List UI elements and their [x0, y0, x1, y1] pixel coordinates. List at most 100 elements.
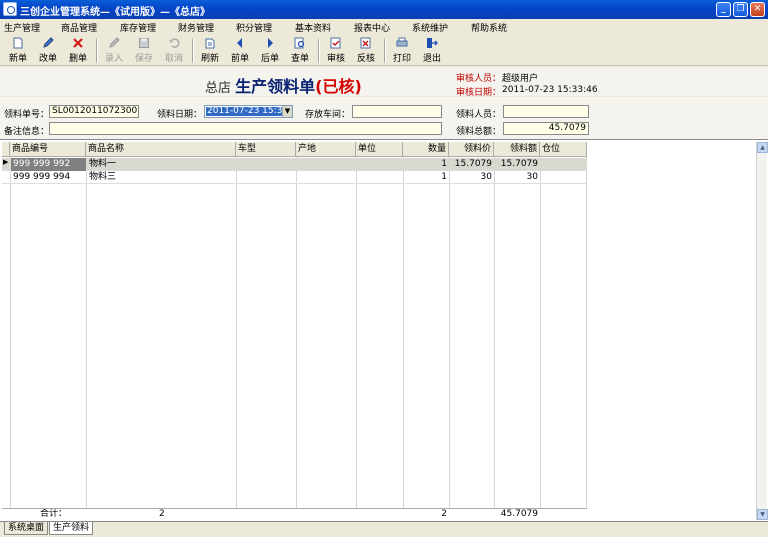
cell-name[interactable]: 物料三	[87, 171, 236, 184]
workshop-field[interactable]	[352, 105, 442, 118]
close-button[interactable]: ✕	[750, 2, 765, 17]
restore-button[interactable]: ❐	[733, 2, 748, 17]
column-header[interactable]: 领料价	[449, 142, 494, 157]
refresh-button[interactable]: 刷新	[197, 37, 223, 65]
cell-model[interactable]	[237, 171, 296, 184]
cell-unit[interactable]	[357, 158, 403, 171]
grid-header: 商品编号 商品名称 车型 产地 单位 数量 领料价 领料额 仓位	[2, 142, 587, 157]
column-header[interactable]: 产地	[296, 142, 356, 157]
date-value: 2011-07-23 15:33:	[206, 106, 293, 116]
cell-name[interactable]: 物料一	[87, 158, 236, 171]
scroll-down-icon[interactable]: ▼	[757, 509, 768, 520]
cell-amount[interactable]: 15.7079	[495, 158, 540, 171]
cell-origin[interactable]	[297, 171, 356, 184]
remark-field[interactable]	[49, 122, 442, 135]
scroll-up-icon[interactable]: ▲	[757, 142, 768, 153]
column-header[interactable]: 数量	[403, 142, 449, 157]
tab-bar: 系统桌面 生产领料	[0, 521, 768, 537]
unapprove-icon	[360, 37, 371, 49]
remark-label: 备注信息：	[4, 127, 50, 137]
cell-qty[interactable]: 1	[404, 158, 449, 171]
picker-field[interactable]	[503, 105, 589, 118]
tab-production-picking[interactable]: 生产领料	[49, 522, 94, 535]
print-button[interactable]: 打印	[389, 37, 415, 65]
cell-model[interactable]	[237, 158, 296, 171]
cell-price[interactable]: 30	[450, 171, 494, 184]
prev-icon	[237, 38, 242, 48]
footer-amount: 45.7079	[500, 509, 538, 519]
footer-count: 2	[159, 509, 165, 519]
grid-line	[86, 157, 87, 508]
exit-button[interactable]: 退出	[419, 37, 445, 65]
menu-finance[interactable]: 财务管理	[178, 21, 214, 34]
auditor-label: 审核人员：	[456, 74, 502, 84]
minimize-button[interactable]: _	[716, 2, 731, 17]
audit-date-value: 2011-07-23 15:33:46	[502, 85, 598, 95]
cancel-button[interactable]: 取消	[161, 37, 187, 65]
delete-button[interactable]: 删单	[65, 37, 91, 65]
column-header[interactable]: 单位	[356, 142, 403, 157]
cell-code[interactable]: 999 999 992	[11, 158, 86, 171]
cell-location[interactable]	[541, 171, 587, 184]
menu-help[interactable]: 帮助系统	[471, 21, 507, 34]
menu-points[interactable]: 积分管理	[236, 21, 272, 34]
total-label: 领料总额：	[456, 127, 502, 137]
menu-system[interactable]: 系统维护	[412, 21, 448, 34]
cell-price[interactable]: 15.7079	[450, 158, 494, 171]
menu-inventory[interactable]: 库存管理	[120, 21, 156, 34]
grid-line	[494, 157, 495, 508]
edit-button[interactable]: 改单	[35, 37, 61, 65]
column-header[interactable]: 商品编号	[10, 142, 86, 157]
menu-goods[interactable]: 商品管理	[61, 21, 97, 34]
date-picker[interactable]: 2011-07-23 15:33: ▼	[204, 105, 293, 118]
grid-line	[403, 157, 404, 508]
menu-reports[interactable]: 报表中心	[354, 21, 390, 34]
new-button[interactable]: 新单	[5, 37, 31, 65]
prev-button[interactable]: 前单	[227, 37, 253, 65]
grid-line	[356, 157, 357, 508]
next-button[interactable]: 后单	[257, 37, 283, 65]
column-header[interactable]: 商品名称	[86, 142, 236, 157]
tab-desktop[interactable]: 系统桌面	[4, 522, 49, 535]
new-doc-icon	[13, 37, 23, 49]
current-row-indicator-icon: ▶	[3, 158, 9, 166]
grid-line	[449, 157, 450, 508]
row-indicator-header	[2, 142, 10, 157]
app-icon	[3, 2, 17, 16]
menu-basic-data[interactable]: 基本资料	[295, 21, 331, 34]
document-title: 总店 生产领料单(已核)	[205, 77, 362, 96]
table-row[interactable]: ▶ 999 999 992 物料一 1 15.7079 15.7079	[2, 158, 587, 171]
cell-location[interactable]	[541, 158, 587, 171]
cell-origin[interactable]	[297, 158, 356, 171]
document-header: 总店 生产领料单(已核) 审核人员： 超级用户 审核日期： 2011-07-23…	[0, 67, 768, 98]
column-header[interactable]: 领料额	[494, 142, 540, 157]
toolbar: 新单 改单 删单 录入 保存 取消 刷新 前单 后单 查单 审核 反核 打印 退…	[0, 35, 768, 66]
save-button[interactable]: 保存	[131, 37, 157, 65]
pencil-icon	[109, 37, 120, 48]
cell-unit[interactable]	[357, 171, 403, 184]
cell-code[interactable]: 999 999 994	[11, 171, 86, 184]
chevron-down-icon[interactable]: ▼	[282, 106, 292, 117]
order-no-field[interactable]: SL00120110723001	[49, 105, 139, 118]
exit-icon	[427, 38, 438, 48]
refresh-icon	[205, 38, 215, 49]
cell-qty[interactable]: 1	[404, 171, 449, 184]
column-header[interactable]: 车型	[236, 142, 296, 157]
approve-icon	[330, 37, 341, 49]
approve-button[interactable]: 审核	[323, 37, 349, 65]
title-bar: 三创企业管理系统—《试用版》—《总店》 _ ❐ ✕	[0, 0, 768, 19]
printer-icon	[396, 37, 408, 47]
table-row[interactable]: 999 999 994 物料三 1 30 30	[2, 171, 587, 184]
unapprove-button[interactable]: 反核	[353, 37, 379, 65]
vertical-scrollbar[interactable]: ▲ ▼	[756, 142, 768, 520]
column-header[interactable]: 仓位	[540, 142, 587, 157]
total-field: 45.7079	[503, 122, 589, 135]
document-name: 生产领料单	[235, 77, 316, 96]
menu-production[interactable]: 生产管理	[4, 21, 40, 34]
next-icon	[268, 38, 273, 48]
search-button[interactable]: 查单	[287, 37, 313, 65]
cell-amount[interactable]: 30	[495, 171, 540, 184]
grid-line	[296, 157, 297, 508]
entry-button[interactable]: 录入	[101, 37, 127, 65]
footer-qty: 2	[441, 509, 447, 519]
